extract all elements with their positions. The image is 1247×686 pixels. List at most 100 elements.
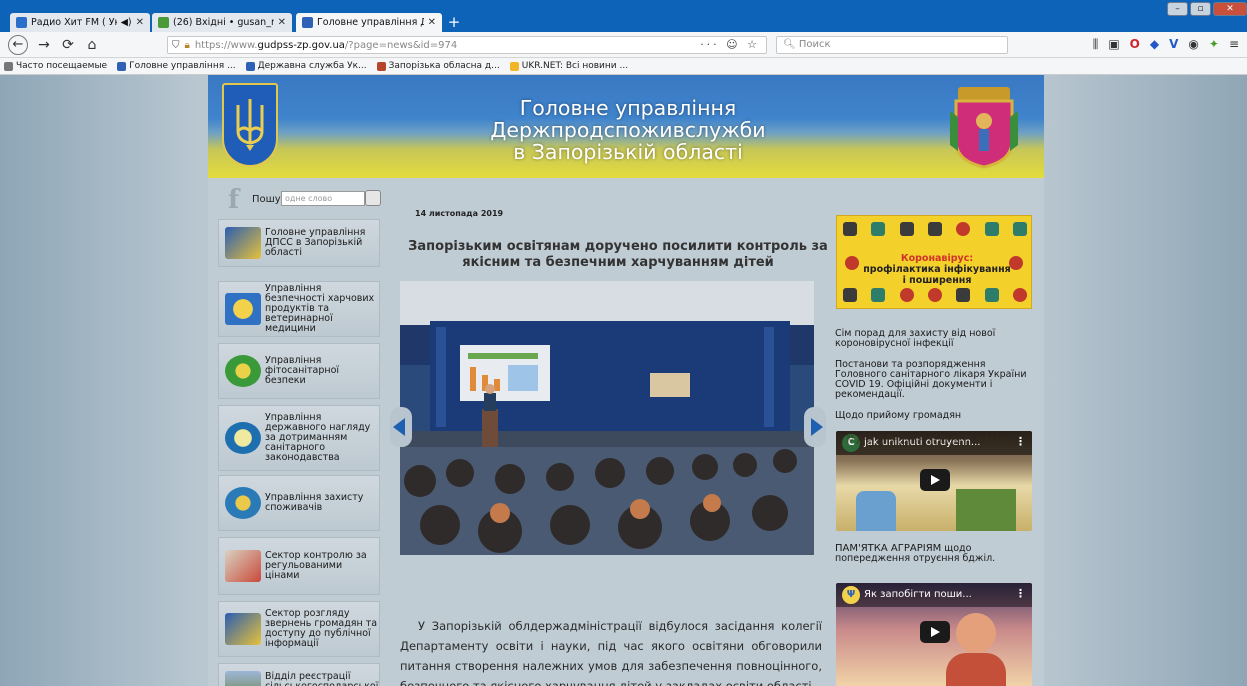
bookmark-label: UKR.NET: Всі новини ... [521, 61, 629, 71]
bookmark-item[interactable]: Державна служба Ук... [245, 61, 367, 71]
soap-icon [984, 288, 999, 302]
zaporizhzhia-coat-icon [950, 87, 1018, 169]
video-figure-head [956, 613, 996, 653]
facebook-icon[interactable]: f [228, 185, 239, 215]
site-search-input[interactable]: одне слово [281, 191, 365, 206]
menu-icon[interactable]: ≡ [1229, 37, 1239, 52]
tab-title: Радио Хит FM ( Украина - … [31, 17, 117, 28]
menu-item-sanitary[interactable]: Управління державного нагляду за дотрима… [218, 405, 380, 471]
link-reception[interactable]: Щодо прийому громадян [835, 411, 1035, 421]
doctor-icon [899, 288, 914, 302]
link-seven-tips[interactable]: Сім порад для захисту від нової коронові… [835, 329, 1035, 349]
prices-icon [225, 550, 261, 582]
menu-item-label: Відділ реєстрації сільськогосподарської … [265, 671, 378, 686]
tab-gudpss[interactable]: Головне управління Держпро… ✕ [296, 13, 442, 32]
bookmark-label: Запорізька обласна д... [388, 61, 500, 71]
menu-item-main-office[interactable]: Головне управління ДПСС в Запорізькій об… [218, 219, 380, 267]
prev-arrow-icon[interactable] [390, 407, 412, 447]
close-tab-icon[interactable]: ✕ [278, 17, 286, 28]
site-search-button[interactable] [365, 190, 381, 206]
coat-icon [225, 227, 261, 259]
url-path: /?page=news&id=974 [344, 39, 458, 51]
link-beekeeping-memo[interactable]: ПАМ'ЯТКА АГРАРІЯМ щодо попередження отру… [835, 544, 1035, 564]
menu-item-label: Управління захисту споживачів [265, 492, 364, 513]
video-prevention[interactable]: Ψ Як запобігти поши... ⋮ [836, 583, 1032, 686]
emblem-icon [376, 61, 386, 71]
menu-item-machinery[interactable]: Відділ реєстрації сільськогосподарської … [218, 663, 380, 686]
virus-icon [927, 288, 942, 302]
home-icon[interactable]: ⌂ [80, 37, 104, 53]
site-icon [117, 61, 127, 71]
menu-item-prices[interactable]: Сектор контролю за регульованими цінами [218, 537, 380, 595]
library-icon[interactable]: ⫼ [1093, 37, 1099, 52]
qr-icon [984, 222, 999, 236]
appeals-icon [225, 613, 261, 645]
menu-item-appeals[interactable]: Сектор розгляду звернень громадян та дос… [218, 601, 380, 657]
audio-icon[interactable]: ◀) [121, 17, 132, 28]
play-icon[interactable] [920, 621, 950, 643]
more-vertical-icon[interactable]: ⋮ [1015, 587, 1026, 600]
opera-addon-icon[interactable]: O [1130, 37, 1140, 52]
link-covid-documents[interactable]: Постанови та розпорядження Головного сан… [835, 360, 1035, 400]
bookmark-item[interactable]: UKR.NET: Всі новини ... [509, 61, 629, 71]
maximize-button[interactable]: ▫ [1190, 2, 1211, 16]
banner-icons-top [843, 222, 1027, 236]
gear-icon [4, 61, 13, 71]
video-figure [856, 491, 896, 531]
url-prefix: https://www. [194, 39, 258, 51]
lock-icon[interactable]: 🔒︎ [185, 40, 190, 51]
minimize-button[interactable]: – [1167, 2, 1188, 16]
bookmark-item[interactable]: Запорізька обласна д... [376, 61, 500, 71]
thermometer-icon [899, 222, 914, 236]
new-tab-button[interactable]: + [444, 13, 464, 32]
extension-icon[interactable]: ◆ [1150, 37, 1159, 52]
page-actions[interactable]: ··· ☺ ☆ [700, 38, 760, 51]
plant-icon [225, 355, 261, 387]
play-icon[interactable] [920, 469, 950, 491]
url-bar[interactable]: ⛉ 🔒︎ https://www.gudpss-zp.gov.ua/?page=… [167, 36, 767, 54]
building-icon [927, 222, 942, 236]
close-tab-icon[interactable]: ✕ [136, 17, 144, 28]
coronavirus-banner[interactable]: Коронавірус: профілактика інфікування і … [836, 215, 1032, 309]
reload-icon[interactable]: ⟳ [56, 37, 80, 53]
banner-message: Коронавірус: профілактика інфікування і … [863, 253, 1011, 286]
tab-mail[interactable]: (26) Вхідні • gusan_nadzor@uk… ✕ [152, 13, 292, 32]
site-title-line: в Запорізькій області [513, 140, 743, 164]
window-controls: – ▫ ✕ [1167, 2, 1247, 16]
back-arrow-icon[interactable]: ← [8, 34, 28, 55]
site-title[interactable]: Головне управління Держпродспоживслужби … [418, 97, 838, 163]
logo-icon [1012, 222, 1027, 236]
video-figure-body [946, 653, 1006, 686]
shield-icon[interactable]: ⛉ [172, 40, 180, 51]
close-tab-icon[interactable]: ✕ [428, 17, 436, 28]
gift-icon[interactable]: ✦ [1209, 37, 1219, 52]
trident-icon[interactable] [222, 83, 278, 167]
article-title[interactable]: Запорізьким освітянам доручено посилити … [408, 239, 828, 271]
site-title-line: Головне управління [519, 96, 737, 120]
video-title[interactable]: Як запобігти поши... [864, 589, 972, 600]
url-domain: gudpss-zp.gov.ua [257, 39, 345, 51]
menu-item-phytosanitary[interactable]: Управління фітосанітарної безпеки [218, 343, 380, 399]
bookmark-item[interactable]: Часто посещаемые [4, 61, 107, 71]
menu-item-food-safety[interactable]: Управління безпечності харчових продукті… [218, 281, 380, 337]
more-vertical-icon[interactable]: ⋮ [1015, 435, 1026, 448]
close-window-button[interactable]: ✕ [1213, 2, 1247, 16]
addon-icon[interactable]: ◉ [1188, 37, 1198, 52]
search-icon: 🔍︎ [783, 39, 799, 50]
next-arrow-icon[interactable] [804, 407, 826, 447]
tab-radio[interactable]: Радио Хит FM ( Украина - … ◀) ✕ [10, 13, 150, 32]
menu-item-consumer[interactable]: Управління захисту споживачів [218, 475, 380, 531]
tab-title: (26) Вхідні • gusan_nadzor@uk… [173, 17, 274, 28]
banner-rest: профілактика інфікування і поширення [863, 264, 1011, 286]
banner-icons-bottom [843, 288, 1027, 302]
sidebar-icon[interactable]: ▣ [1108, 37, 1119, 52]
video-poisoning[interactable]: C jak uniknuti otruyenn... ⋮ РАЗАВШИ КОМ… [836, 431, 1032, 531]
bookmark-item[interactable]: Головне управління ... [117, 61, 236, 71]
virus-icon [1009, 256, 1023, 270]
trident-icon[interactable]: Ψ [842, 586, 860, 604]
article-date: 14 листопада 2019 [415, 209, 504, 218]
vpn-icon[interactable]: V [1169, 37, 1178, 52]
browser-search-input[interactable]: 🔍︎ Поиск [776, 36, 1008, 54]
forward-arrow-icon[interactable]: → [32, 37, 56, 53]
phone-icon [956, 222, 971, 236]
